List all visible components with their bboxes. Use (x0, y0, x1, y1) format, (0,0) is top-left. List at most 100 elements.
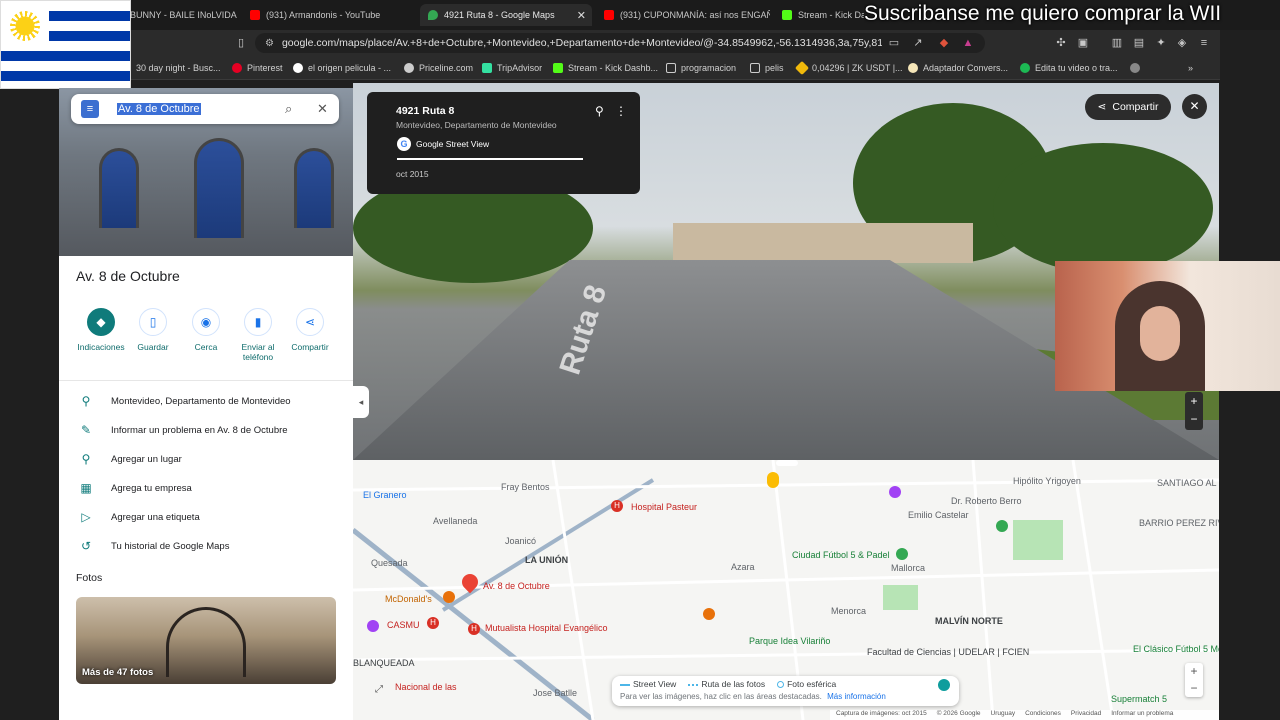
share-icon[interactable]: ↗ (912, 37, 924, 49)
share-button[interactable]: ⋖ Compartir (1085, 94, 1171, 120)
info-text: Tu historial de Google Maps (111, 540, 230, 552)
map-label[interactable]: Av. 8 de Octubre (483, 581, 550, 591)
map-label[interactable]: Mutualista Hospital Evangélico (485, 623, 608, 633)
tab-google-maps[interactable]: 4921 Ruta 8 - Google Maps ✕ (420, 4, 592, 26)
search-box[interactable]: ≡ Av. 8 de Octubre ⌕ ✕ (71, 94, 339, 124)
wallet-icon[interactable]: ▤ (1133, 37, 1145, 49)
map-label[interactable]: CASMU (387, 620, 420, 630)
bookmark-folder[interactable]: pelis (750, 61, 784, 75)
more-bookmarks-icon[interactable]: » (1188, 61, 1193, 75)
tab-kick[interactable]: Stream - Kick Das (782, 4, 864, 26)
search-icon[interactable]: ⌕ (285, 101, 292, 117)
timeline-bar[interactable] (397, 158, 583, 160)
sidebar-icon[interactable]: ▥ (1111, 37, 1123, 49)
bookmark-item[interactable]: 30 day night - Busc... (136, 61, 221, 75)
tab-youtube-cuponmania[interactable]: (931) CUPONMANÍA: así nos ENGAÑ (604, 4, 770, 26)
bookmark-item[interactable]: el origen pelicula - ... (293, 61, 391, 75)
install-icon[interactable]: ▭ (888, 37, 900, 49)
info-text: Agregar una etiqueta (111, 511, 200, 523)
map-resize-handle[interactable] (776, 460, 798, 466)
hospital-icon[interactable]: H (468, 623, 480, 635)
tab-bunny[interactable]: BUNNY - BAILE INoLVIDA (130, 4, 242, 26)
fullscreen-icon[interactable]: ⤢ (375, 684, 383, 695)
place-panel: ≡ Av. 8 de Octubre ⌕ ✕ Av. 8 de Octubre … (59, 88, 353, 720)
search-input[interactable]: Av. 8 de Octubre (117, 103, 201, 115)
info-row-add-label[interactable]: ▷ Agregar una etiqueta (79, 509, 200, 525)
map-label[interactable]: Ciudad Fútbol 5 & Padel (792, 550, 890, 560)
site-info-icon[interactable]: ⚙ (265, 38, 274, 49)
footer-item[interactable]: Condiciones (1025, 710, 1061, 720)
pegman-icon[interactable] (767, 472, 779, 488)
layer-toggle[interactable] (938, 679, 950, 691)
send-to-phone-button[interactable]: ▮ Enviar al teléfono (228, 308, 288, 362)
hospital-icon[interactable]: H (611, 500, 623, 512)
close-tab-icon[interactable]: ✕ (577, 9, 586, 22)
close-street-view-button[interactable]: ✕ (1182, 94, 1207, 119)
share-icon: ⋖ (1097, 101, 1107, 113)
tab-youtube-armandonis[interactable]: (931) Armandonis - YouTube (250, 4, 410, 26)
extensions-icon[interactable]: ✣ (1055, 37, 1067, 49)
more-options-icon[interactable]: ⋮ (615, 104, 627, 118)
info-row-report[interactable]: ✎ Informar un problema en Av. 8 de Octub… (79, 422, 288, 438)
map-label[interactable]: Facultad de Ciencias | UDELAR | FCIEN (867, 647, 1029, 657)
map-label[interactable]: Supermatch 5 (1111, 694, 1167, 704)
info-row-history[interactable]: ↺ Tu historial de Google Maps (79, 538, 230, 554)
bookmark-icon[interactable]: ▯ (235, 37, 247, 49)
url-text[interactable]: google.com/maps/place/Av.+8+de+Octubre,+… (282, 37, 882, 49)
bookmark-item[interactable]: Edita tu video o tra... (1020, 61, 1118, 75)
bookmark-item[interactable]: Priceline.com (404, 61, 473, 75)
map-label[interactable]: McDonald's (385, 594, 432, 604)
bookmark-item[interactable] (1130, 61, 1140, 75)
directions-button[interactable]: ◆ Indicaciones (71, 308, 131, 352)
bookmark-item[interactable]: 0,04296 | ZK USDT |... (794, 60, 903, 76)
collapse-panel-button[interactable]: ◂ (353, 386, 369, 418)
map-label[interactable]: Nacional de las (395, 682, 457, 692)
leo-icon[interactable]: ✦ (1155, 37, 1167, 49)
bookmark-item[interactable]: Stream - Kick Dashb... (553, 61, 658, 75)
vpn-icon[interactable]: ◈ (1176, 37, 1188, 49)
map-label[interactable]: El Clásico Fútbol 5 Montevideo (1133, 644, 1219, 654)
sports-icon[interactable] (896, 548, 908, 560)
bookmark-folder[interactable]: programacion (666, 61, 736, 75)
map-label: Fray Bentos (501, 482, 550, 492)
info-row-address[interactable]: ⚲ Montevideo, Departamento de Montevideo (79, 393, 291, 409)
phone-icon: ▮ (244, 308, 272, 336)
map-label[interactable]: El Granero (363, 490, 407, 500)
bookmark-item[interactable]: Pinterest (232, 61, 283, 75)
save-button[interactable]: ▯ Guardar (123, 308, 183, 352)
map-label[interactable]: Hospital Pasteur (631, 502, 697, 512)
restaurant-icon[interactable] (703, 608, 715, 620)
layer-legend: Street View Ruta de las fotos Foto esfér… (620, 679, 836, 689)
rewards-icon[interactable]: ▲ (962, 37, 974, 49)
brave-shield-icon[interactable]: ◆ (938, 37, 950, 49)
screenshot-icon[interactable]: ▣ (1077, 37, 1089, 49)
menu-icon[interactable]: ≡ (1198, 37, 1210, 49)
omnibox[interactable]: ⚙ google.com/maps/place/Av.+8+de+Octubre… (255, 33, 985, 53)
card-date[interactable]: oct 2015 (396, 169, 429, 179)
add-place-icon: ⚲ (81, 452, 91, 466)
hospital-icon[interactable]: H (427, 617, 439, 629)
footer-item[interactable]: Privacidad (1071, 710, 1101, 720)
restaurant-icon[interactable] (443, 591, 455, 603)
street-view-zoom-control[interactable]: + − (1185, 392, 1203, 430)
flag-stripe (1, 51, 130, 61)
place-icon[interactable] (889, 486, 901, 498)
bookmark-item[interactable]: Adaptador Convers... (908, 61, 1008, 75)
map-zoom-control[interactable]: + − (1185, 663, 1203, 697)
place-icon[interactable] (367, 620, 379, 632)
share-button[interactable]: ⋖ Compartir (280, 308, 340, 352)
photos-card[interactable]: Más de 47 fotos (76, 597, 336, 684)
park-icon[interactable] (996, 520, 1008, 532)
bookmark-label: 30 day night - Busc... (136, 63, 221, 73)
nearby-button[interactable]: ◉ Cerca (176, 308, 236, 352)
footer-item[interactable]: Uruguay (991, 710, 1016, 720)
map-label[interactable]: Parque Idea Vilariño (749, 636, 830, 646)
bookmark-item[interactable]: TripAdvisor (482, 61, 542, 75)
close-icon[interactable]: ✕ (317, 101, 328, 117)
info-row-add-business[interactable]: ▦ Agrega tu empresa (79, 480, 191, 496)
menu-icon[interactable]: ≡ (81, 100, 99, 118)
footer-item[interactable]: Informar un problema (1111, 710, 1173, 720)
more-info-link[interactable]: Más información (827, 692, 886, 701)
info-row-add-place[interactable]: ⚲ Agregar un lugar (79, 451, 182, 467)
pin-icon[interactable]: ⚲ (595, 104, 604, 118)
